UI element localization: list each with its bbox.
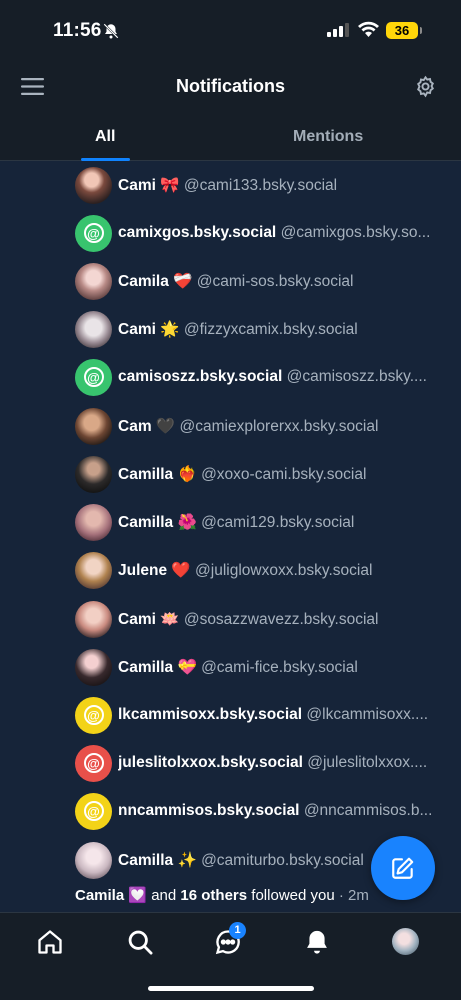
handle: @cami-fice.bsky.social [201,658,358,676]
handle: @sosazzwavezz.bsky.social [183,610,379,628]
top-header: Notifications [0,60,461,112]
avatar-default[interactable]: @ [75,744,112,782]
display-name: camixgos.bsky.social [118,224,277,241]
at-icon: @ [83,801,104,821]
display-name: Cami 🪷 [118,610,180,628]
summary-time: · 2m [338,887,369,904]
wifi-icon [358,21,379,37]
tab-bar: All Mentions [0,112,461,161]
display-name: Cami 🎀 [118,176,180,194]
display-name: Camilla ✨ [118,851,197,869]
compose-button[interactable] [371,836,435,900]
follow-summary[interactable]: Camila 💟 and 16 others followed you · 2m [75,886,369,904]
handle: @juleslitolxxox.... [307,754,428,771]
tab-all[interactable]: All [95,128,115,146]
display-name: Camilla ❤️‍🔥 [118,465,197,483]
handle: @camisoszz.bsky.... [286,368,427,385]
summary-first-name: Camila 💟 [75,887,148,904]
bell-off-icon [103,23,119,39]
handle: @camiturbo.bsky.social [201,851,364,869]
list-item[interactable]: Cami 🪷 @sosazzwavezz.bsky.social [75,600,461,638]
handle: @lkcammisoxx.... [306,706,429,723]
list-item[interactable]: Cami 🌟 @fizzyxcamix.bsky.social [75,310,461,348]
chat-badge: 1 [229,922,246,939]
battery-indicator: 36 [386,22,422,39]
list-item[interactable]: Camilla 💝 @cami-fice.bsky.social [75,648,461,686]
avatar-default[interactable]: @ [75,358,112,396]
list-item[interactable]: Camilla 🌺 @cami129.bsky.social [75,503,461,541]
at-icon: @ [83,367,104,387]
avatar[interactable] [75,551,112,589]
display-name: nncammisos.bsky.social [118,802,300,819]
list-item[interactable]: Cam 🖤 @camiexplorerxx.bsky.social [75,407,461,445]
display-name: lkcammisoxx.bsky.social [118,706,303,723]
list-item[interactable]: @ camixgos.bsky.social @camixgos.bsky.so… [75,214,461,252]
avatar[interactable] [75,262,112,300]
handle: @cami-sos.bsky.social [196,272,354,290]
avatar[interactable] [75,166,112,204]
at-icon: @ [83,705,104,725]
avatar[interactable] [75,310,112,348]
handle: @juliglowxoxx.bsky.social [195,561,373,579]
display-name: camisoszz.bsky.social [118,368,283,385]
bell-icon[interactable] [303,928,331,956]
avatar-default[interactable]: @ [75,792,112,830]
handle: @camixgos.bsky.so... [280,224,431,241]
avatar-default[interactable]: @ [75,696,112,734]
display-name: Cam 🖤 [118,417,176,435]
handle: @fizzyxcamix.bsky.social [183,320,358,338]
list-item[interactable]: @ juleslitolxxox.bsky.social @juleslitol… [75,744,461,782]
page-title: Notifications [175,76,285,96]
gear-icon[interactable] [414,75,437,98]
summary-others: 16 others [180,887,248,904]
tab-mentions[interactable]: Mentions [293,128,363,146]
list-item[interactable]: Julene ❤️ @juliglowxoxx.bsky.social [75,551,461,589]
display-name: juleslitolxxox.bsky.social [118,754,303,771]
avatar[interactable] [75,455,112,493]
home-icon[interactable] [36,928,64,956]
list-item[interactable]: @ camisoszz.bsky.social @camisoszz.bsky.… [75,358,461,396]
list-item[interactable]: Camila ❤️‍🩹 @cami-sos.bsky.social [75,262,461,300]
compose-icon [392,857,414,879]
at-icon: @ [83,223,104,243]
display-name: Cami 🌟 [118,320,180,338]
display-name: Camila ❤️‍🩹 [118,272,193,290]
at-icon: @ [83,753,104,773]
handle: @xoxo-cami.bsky.social [201,465,367,483]
display-name: Camilla 🌺 [118,513,197,531]
handle: @cami133.bsky.social [183,176,338,194]
list-item[interactable]: Camilla ❤️‍🔥 @xoxo-cami.bsky.social [75,455,461,493]
avatar[interactable] [75,503,112,541]
list-item[interactable]: @ nncammisos.bsky.social @nncammisos.b..… [75,792,461,830]
summary-action: followed you [251,887,335,904]
handle: @camiexplorerxx.bsky.social [179,417,379,435]
handle: @nncammisos.b... [303,802,433,819]
home-indicator [148,986,314,991]
list-item[interactable]: @ lkcammisoxx.bsky.social @lkcammisoxx..… [75,696,461,734]
notification-list[interactable]: Cami 🎀 @cami133.bsky.social @ camixgos.b… [0,161,461,912]
status-time: 11:56 [53,20,102,41]
avatar[interactable] [75,600,112,638]
avatar[interactable] [75,841,112,879]
display-name: Julene ❤️ [118,561,191,579]
display-name: Camilla 💝 [118,658,197,676]
summary-and: and [151,887,177,904]
search-icon[interactable] [126,928,154,956]
list-item[interactable]: Cami 🎀 @cami133.bsky.social [75,166,461,204]
avatar[interactable] [75,407,112,445]
profile-avatar[interactable] [392,928,419,955]
avatar[interactable] [75,648,112,686]
signal-icon [327,23,349,37]
handle: @cami129.bsky.social [201,513,355,531]
avatar-default[interactable]: @ [75,214,112,252]
status-bar: 11:56 36 [0,0,461,60]
